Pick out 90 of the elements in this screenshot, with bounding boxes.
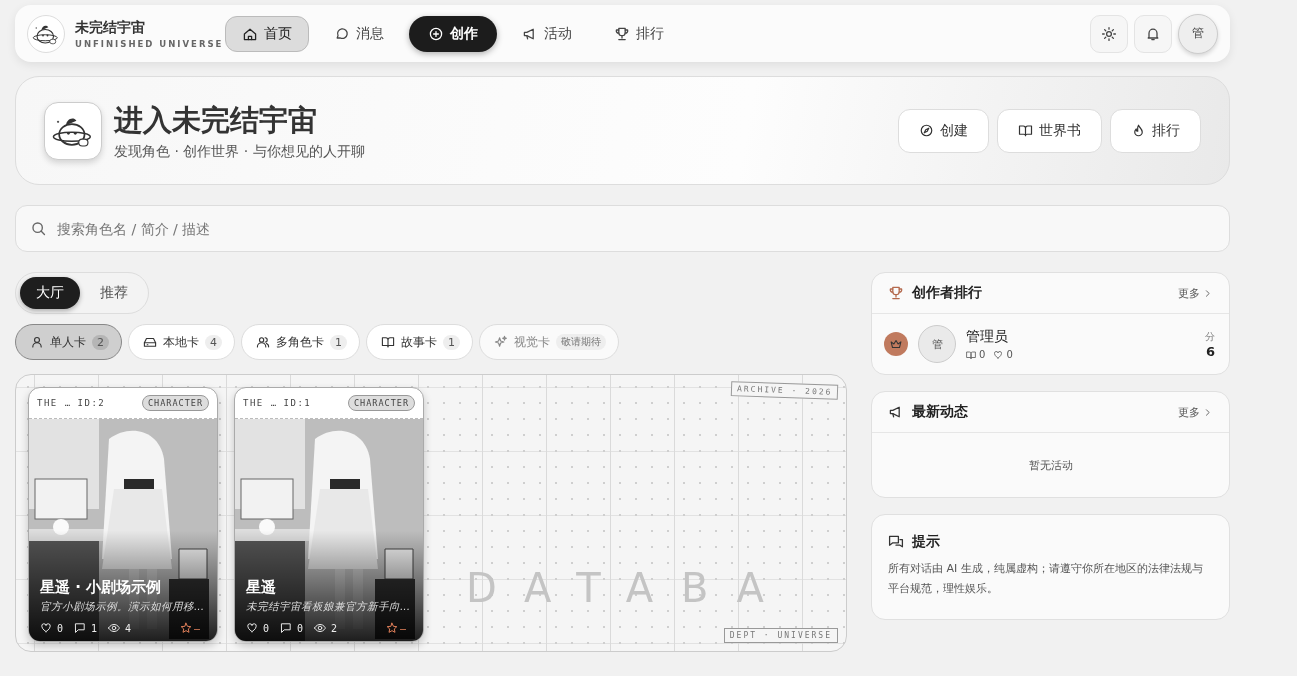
user-avatar[interactable]: 管 [1178,13,1218,54]
sun-icon [1101,25,1117,42]
compass-icon [919,123,934,138]
comment-count: 1 [91,622,98,634]
filter-chip[interactable]: 故事卡 1 [366,324,473,360]
notice-text: 所有对话由 AI 生成，纯属虚构；请遵守你所在地区的法律法规与平台规范，理性娱乐。 [887,561,1204,597]
like-count: 0 [263,622,270,634]
logo[interactable] [27,14,65,53]
filter-chip[interactable]: 单人卡 2 [15,324,122,360]
trophy-icon [614,25,630,42]
card-id: ID:1 [283,398,312,408]
filter-chip[interactable]: 本地卡 4 [128,324,235,360]
series-label: THE … [37,398,72,408]
chat-icon [334,25,350,42]
series-label: THE … [243,398,278,408]
notification-button[interactable] [1134,14,1172,53]
card-title: 星遥 [246,578,277,597]
filter-chip[interactable]: 多角色卡 1 [241,324,360,360]
user-avatar[interactable]: 管 [918,325,956,363]
type-tag: CHARACTER [141,395,209,411]
nav-tab[interactable]: 排行 [597,15,681,52]
search-bar[interactable]: 搜索角色名 / 简介 / 描述 [15,205,1230,252]
card-description: 未完结宇宙看板娘兼官方新手向... [246,600,411,614]
brand-name: 未完结宇宙 [75,18,146,37]
nav-tab[interactable]: 消息 [317,15,401,52]
eye-icon [314,622,327,634]
card-id: ID:2 [77,398,106,408]
comment-icon [280,622,293,634]
comment-icon [74,622,87,634]
count-badge: 敬请期待 [556,334,606,350]
plus-icon [428,25,444,42]
card-description: 官方小剧场示例。演示如何用移... [40,600,205,614]
star-icon [179,622,192,634]
theme-button[interactable] [1090,14,1128,53]
person-icon [30,335,44,349]
hero-title: 进入未完结宇宙 [114,101,318,139]
view-tab[interactable]: 大厅 [20,277,80,309]
book-icon [381,335,395,349]
more-link[interactable]: 更多 [1178,285,1213,301]
more-link[interactable]: 更多 [1178,404,1213,420]
heart-icon [40,622,52,634]
nav-tab[interactable]: 活动 [505,15,589,52]
like-count: 0 [1006,349,1013,360]
people-icon [256,335,270,349]
user-name: 管理员 [966,328,1009,346]
heart-icon [246,622,258,634]
rating-value: – [193,622,200,634]
character-card[interactable]: THE … ID:2 CHARACTER 星遥 · 小剧场示例 官方小剧场示例。演示如何用移... 0 1 4 – [28,387,218,642]
view-count: 2 [331,622,338,634]
work-count: 0 [979,349,986,360]
panel-title: 最新动态 [912,403,968,421]
count-badge: 1 [330,334,347,350]
count-badge: 2 [92,334,109,350]
chat-icon [888,534,904,550]
hero-subtitle: 发现角色 · 创作世界 · 与你想见的人开聊 [114,142,365,161]
search-icon [30,220,47,237]
trophy-icon [888,285,904,301]
hero-button[interactable]: 世界书 [997,108,1102,153]
view-count: 4 [125,622,132,634]
create-button[interactable]: 创作 [409,15,497,52]
count-badge: 1 [443,334,460,350]
book-icon [966,349,976,360]
panel-title: 创作者排行 [912,284,982,302]
eye-icon [108,622,121,634]
score-value: 6 [1205,343,1215,359]
like-count: 0 [57,622,64,634]
type-tag: CHARACTER [347,395,415,411]
rating-value: – [399,622,406,634]
empty-message: 暂无活动 [1027,457,1074,474]
archive-stamp: ARCHIVE · 2026 [730,381,839,400]
brand-tagline: UNFINISHED UNIVERSE [75,38,224,49]
panel-title: 提示 [912,533,940,551]
nav-tab[interactable]: 首页 [225,15,309,52]
view-tab[interactable]: 推荐 [84,277,144,309]
search-field[interactable]: 搜索角色名 / 简介 / 描述 [55,219,1215,238]
flame-icon [1131,123,1146,138]
book-icon [1018,123,1033,138]
dept-stamp: DEPT · UNIVERSE [723,628,838,643]
comment-count: 0 [297,622,304,634]
drive-icon [143,335,157,349]
crown-icon [889,337,903,351]
hero-button[interactable]: 排行 [1110,108,1201,153]
star-icon [385,622,398,634]
hero-button[interactable]: 创建 [898,108,989,153]
character-card[interactable]: THE … ID:1 CHARACTER 星遥 未完结宇宙看板娘兼官方新手向... 0 0 2 – [234,387,424,642]
heart-icon [993,349,1004,360]
score-label: 分 [1205,329,1215,344]
card-title: 星遥 · 小剧场示例 [40,578,163,597]
count-badge: 4 [205,334,222,350]
sparkle-icon [494,335,508,349]
